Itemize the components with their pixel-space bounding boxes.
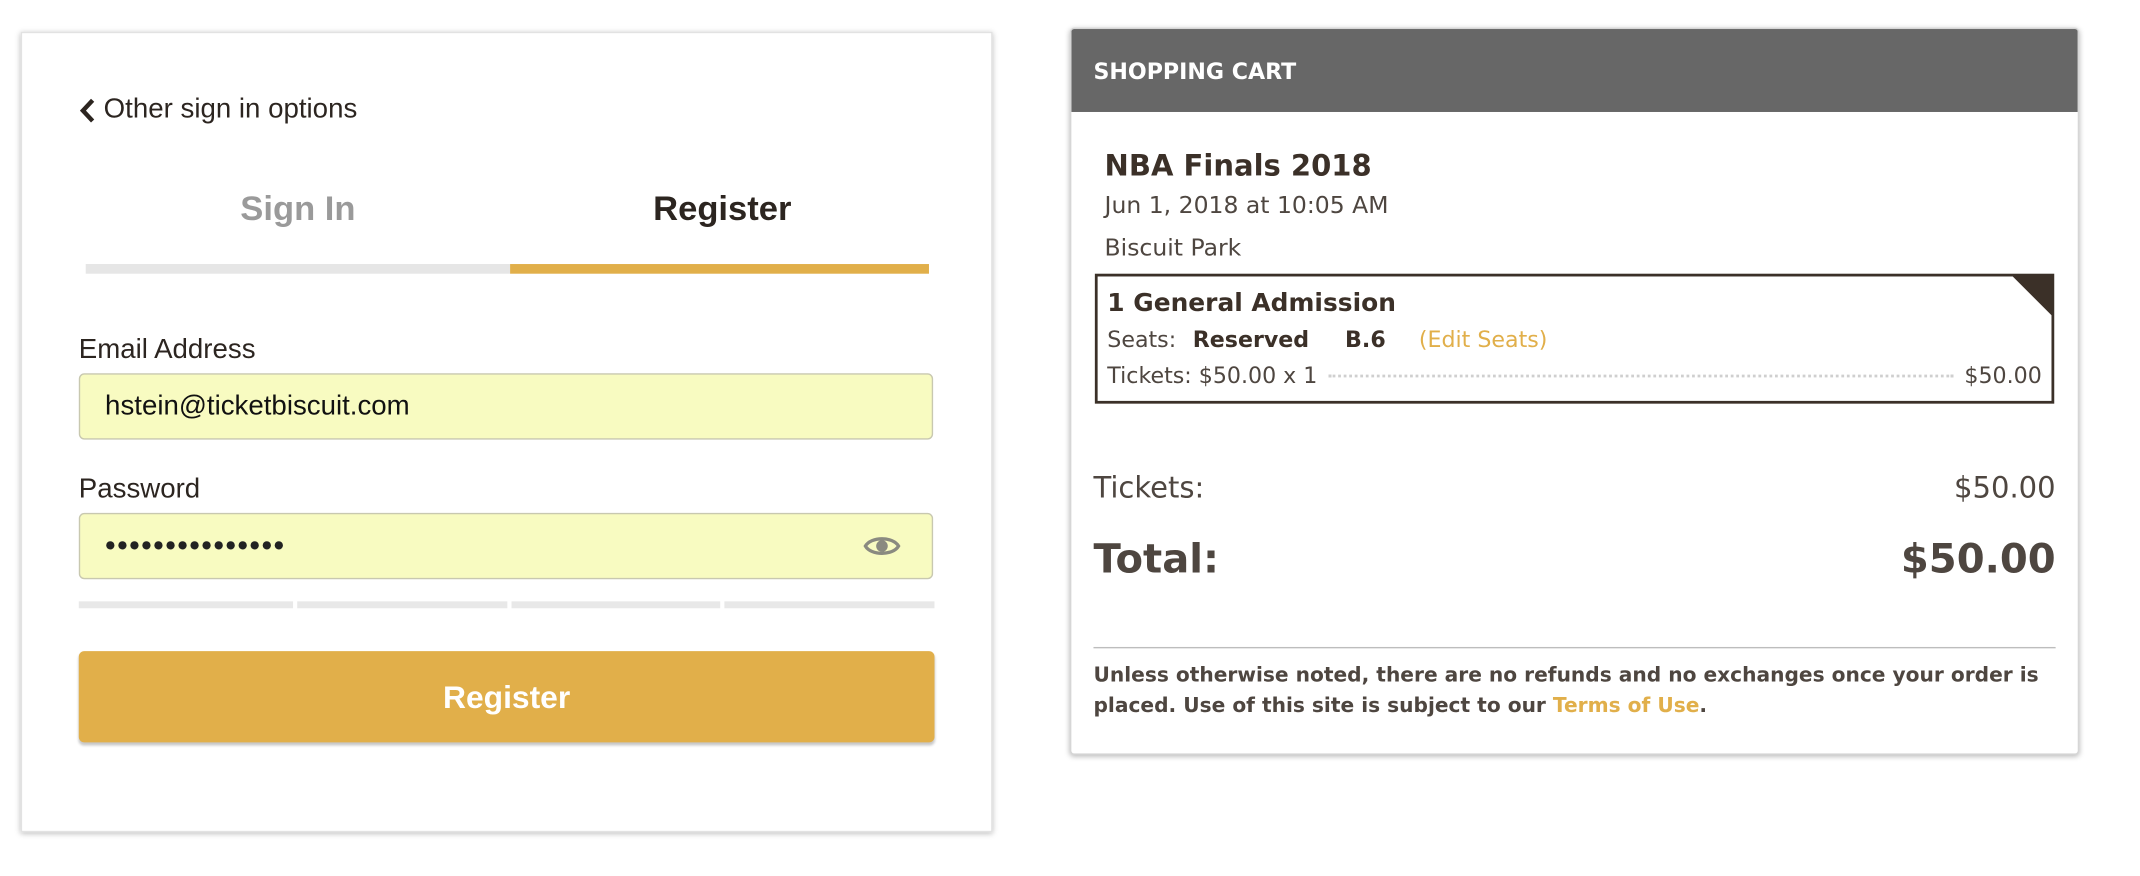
chevron-left-icon [79,98,95,122]
seat-section: Reserved [1192,326,1310,353]
password-strength-segment [297,601,508,609]
email-field[interactable]: hstein@ticketbiscuit.com [78,373,934,440]
password-field[interactable]: ••••••••••••••• [78,512,934,580]
ticket-line-item: 1 General Admission Seats: Reserved B.6 … [1094,273,2055,404]
event-date: Jun 1, 2018 at 10:05 AM [1104,192,1389,220]
seats-label: Seats: [1107,326,1177,353]
summary-tickets-label: Tickets: [1093,471,1205,505]
password-strength-segment [511,601,721,609]
event-title: NBA Finals 2018 [1104,149,1372,183]
password-strength-segment [78,601,294,609]
dotted-leader [1328,374,1954,378]
tab-indicator-register [510,264,929,274]
password-strength-segment [724,601,935,609]
remove-ticket-corner[interactable] [2011,275,2053,317]
disclaimer-end: . [1699,693,1708,718]
seat-number: B.6 [1345,326,1386,353]
event-venue: Biscuit Park [1104,235,1242,263]
edit-seats-link[interactable]: (Edit Seats) [1419,326,1548,352]
refund-disclaimer: Unless otherwise noted, there are no ref… [1093,661,2050,722]
ticket-name: 1 General Admission [1107,288,1396,318]
password-label: Password [78,474,201,505]
ticket-line-total: $50.00 [1964,362,2042,389]
cart-header: SHOPPING CART [1071,29,2078,112]
password-value: ••••••••••••••• [105,528,286,563]
tab-sign-in[interactable]: Sign In [86,189,510,229]
ticket-price-row: Tickets: $50.00 x 1 $50.00 [1107,362,2042,388]
tab-indicator-sign-in [85,264,511,274]
ticket-price-line: Tickets: $50.00 x 1 [1107,362,1318,389]
total-label: Total: [1093,534,1220,582]
summary-tickets-value: $50.00 [1954,471,2056,505]
total-value: $50.00 [1900,534,2056,582]
terms-of-use-link[interactable]: Terms of Use [1553,694,1700,718]
divider [1093,646,2056,649]
auth-panel: Other sign in options Sign In Register E… [20,31,993,833]
screen: Other sign in options Sign In Register E… [0,0,2140,857]
other-sign-in-options-link[interactable]: Other sign in options [79,94,357,126]
eye-icon[interactable] [863,532,902,560]
seats-row: Seats: Reserved B.6 (Edit Seats) [1107,326,1547,352]
shopping-cart-panel: SHOPPING CART NBA Finals 2018 Jun 1, 201… [1069,27,2080,755]
register-button[interactable]: Register [78,651,935,743]
tab-register[interactable]: Register [510,189,934,229]
email-value: hstein@ticketbiscuit.com [105,390,410,421]
back-link-label: Other sign in options [103,94,358,125]
email-label: Email Address [78,334,256,365]
